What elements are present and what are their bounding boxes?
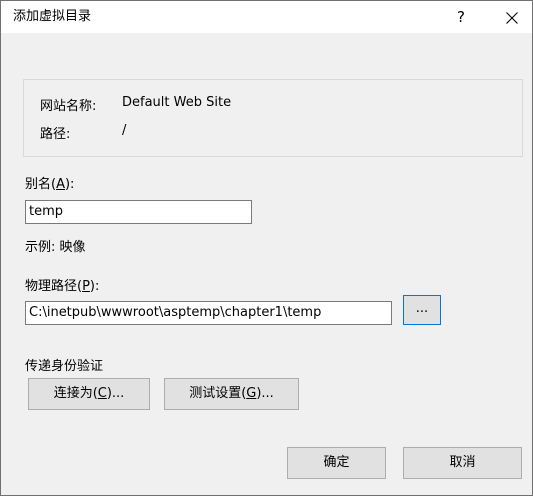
title-bar: 添加虚拟目录 ? bbox=[1, 1, 532, 33]
physical-path-label: 物理路径(P): bbox=[25, 279, 100, 294]
alias-input[interactable]: temp bbox=[25, 200, 252, 224]
site-info-box: 网站名称: Default Web Site 路径: / bbox=[23, 79, 523, 157]
browse-button[interactable]: ... bbox=[403, 295, 441, 325]
physical-path-input[interactable]: C:\inetpub\wwwroot\asptemp\chapter1\temp bbox=[25, 301, 392, 325]
window-title: 添加虚拟目录 bbox=[13, 9, 92, 24]
alias-example-text: 示例: 映像 bbox=[25, 240, 86, 255]
close-icon bbox=[505, 11, 518, 24]
add-virtual-directory-dialog: 添加虚拟目录 ? 网站名称: Default Web Site 路径: / 别名… bbox=[0, 0, 533, 496]
help-button[interactable]: ? bbox=[441, 1, 481, 33]
alias-label: 别名(A): bbox=[25, 177, 75, 192]
connect-as-button[interactable]: 连接为(C)... bbox=[28, 378, 150, 410]
pass-through-auth-label: 传递身份验证 bbox=[25, 359, 104, 374]
test-settings-button[interactable]: 测试设置(G)... bbox=[164, 378, 299, 410]
site-name-value: Default Web Site bbox=[122, 95, 232, 110]
close-button[interactable] bbox=[491, 1, 532, 33]
cancel-button[interactable]: 取消 bbox=[403, 447, 522, 479]
path-label: 路径: bbox=[40, 127, 71, 142]
path-value: / bbox=[122, 123, 127, 138]
ok-button[interactable]: 确定 bbox=[287, 447, 386, 479]
site-name-label: 网站名称: bbox=[40, 99, 97, 114]
